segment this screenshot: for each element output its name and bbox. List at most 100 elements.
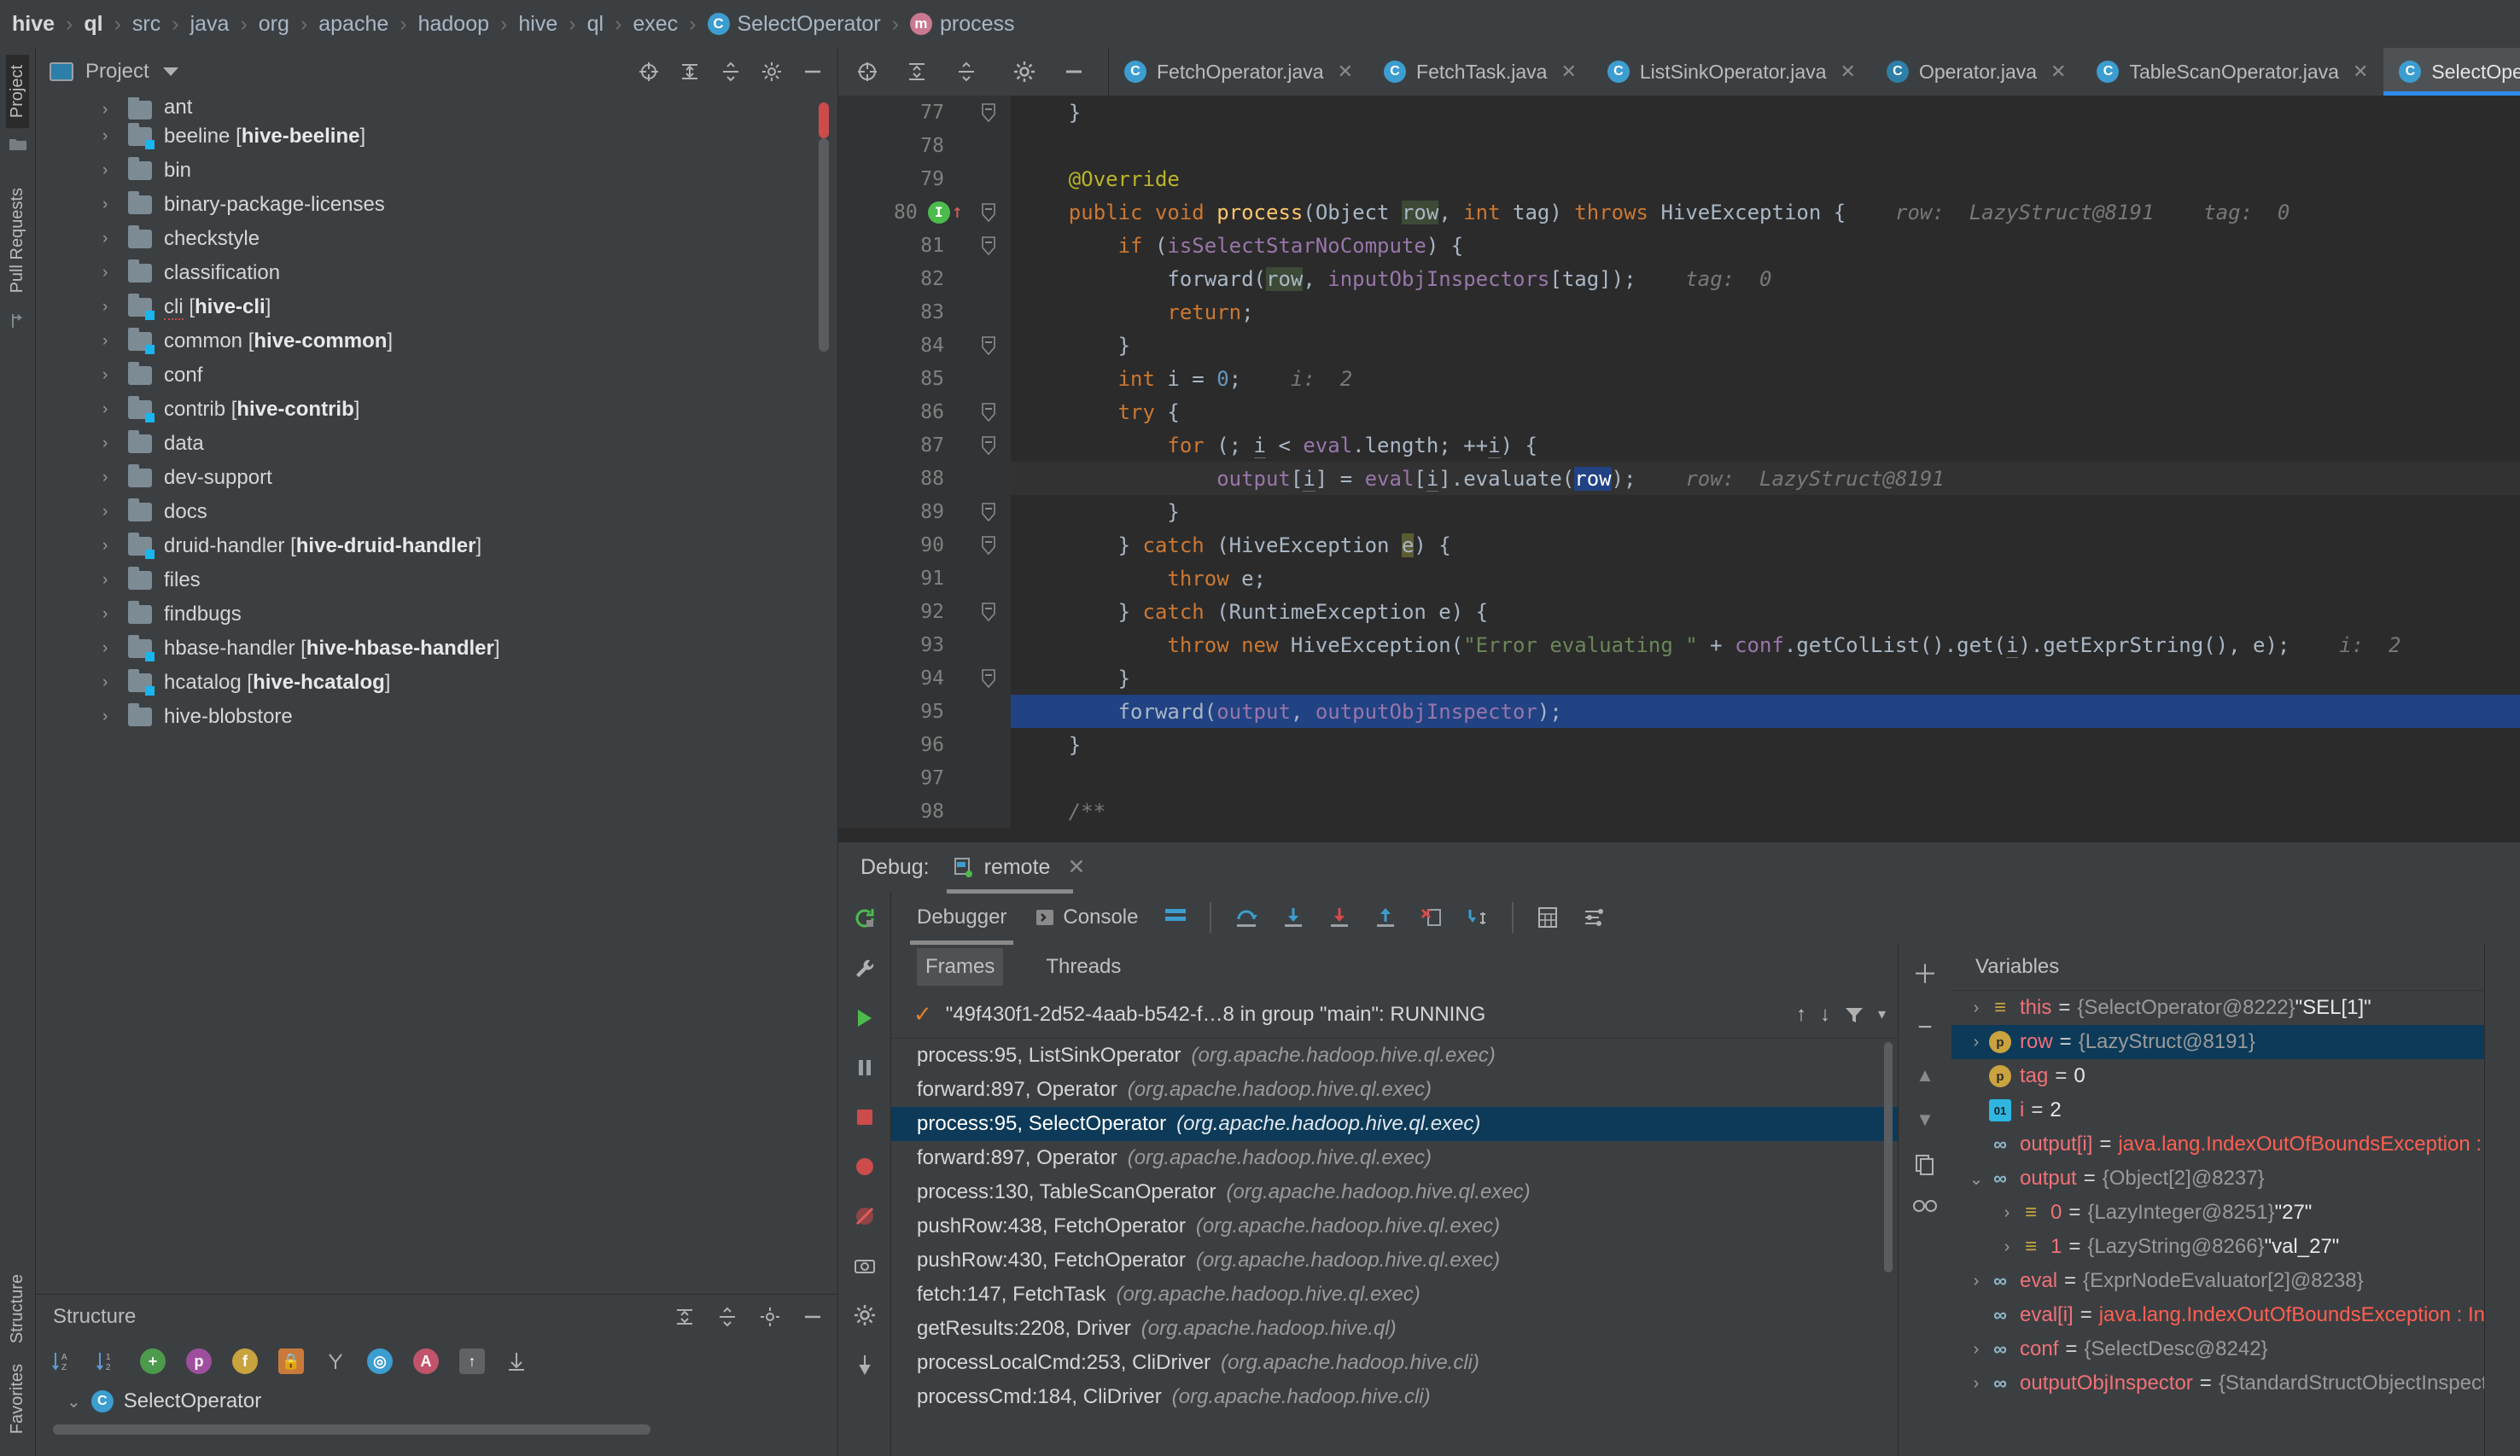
chevron-down-icon[interactable]: ⌄	[67, 1391, 81, 1412]
variables-list[interactable]: › ≡ this = {SelectOperator@8222} "SEL[1]" › p r…	[1951, 991, 2484, 1456]
hide-panel-icon[interactable]	[1062, 60, 1086, 84]
breadcrumb-item-apache[interactable]: apache	[318, 12, 388, 37]
expand-icon[interactable]: ↑	[459, 1348, 485, 1374]
step-into-icon[interactable]	[1281, 906, 1305, 929]
code-line-80[interactable]: 80 I ↑ public void process(Object row, int…	[838, 195, 2520, 229]
variable-row[interactable]: › ∞ conf = {SelectDesc@8242}	[1951, 1332, 2484, 1366]
chevron-down-icon[interactable]: ⌄	[1963, 1168, 1989, 1190]
frame-row[interactable]: process:130, TableScanOperator (org.apach…	[891, 1175, 1898, 1209]
tree-item-dev-support[interactable]: › dev-support	[36, 461, 837, 495]
fold-marker-icon[interactable]	[966, 96, 1011, 129]
tree-item-checkstyle[interactable]: › checkstyle	[36, 222, 837, 256]
chevron-right-icon[interactable]: ›	[102, 503, 121, 521]
frame-row[interactable]: fetch:147, FetchTask (org.apache.hadoop.h…	[891, 1278, 1898, 1312]
code-line-95[interactable]: 95 forward(output, outputObjInspector);	[838, 695, 2520, 728]
settings-gear-icon[interactable]	[853, 1303, 877, 1327]
tree-item-data[interactable]: › data	[36, 427, 837, 461]
inherited-icon[interactable]	[324, 1350, 347, 1372]
breadcrumb-item-hadoop[interactable]: hadoop	[418, 12, 489, 37]
chevron-right-icon[interactable]: ›	[102, 332, 121, 351]
close-icon[interactable]: ✕	[1560, 61, 1576, 83]
filter-icon[interactable]	[1844, 1005, 1864, 1025]
code-line-94[interactable]: 94 }	[838, 661, 2520, 695]
sidebar-item-project[interactable]: Project	[6, 55, 29, 129]
frame-row[interactable]: getResults:2208, Driver (org.apache.hadoo…	[891, 1312, 1898, 1346]
breadcrumb-item-selectoperator[interactable]: C SelectOperator	[707, 12, 881, 37]
pause-icon[interactable]	[853, 1056, 877, 1080]
code-line-85[interactable]: 85 int i = 0; i: 2	[838, 362, 2520, 395]
chevron-right-icon[interactable]: ›	[1963, 1272, 1989, 1291]
view-breakpoints-icon[interactable]	[853, 1155, 877, 1179]
breadcrumb-item-ql[interactable]: ql	[587, 12, 604, 37]
frame-row[interactable]: forward:897, Operator (org.apache.hadoop.…	[891, 1141, 1898, 1175]
chevron-right-icon[interactable]: ›	[102, 366, 121, 385]
sidebar-item-structure[interactable]: Structure	[6, 1264, 29, 1354]
collapse-all-icon[interactable]	[674, 1306, 696, 1328]
tab-debugger[interactable]: Debugger	[909, 899, 1014, 945]
variable-row[interactable]: › ∞ eval = {ExprNodeEvaluator[2]@8238}	[1951, 1264, 2484, 1298]
drop-frame-icon[interactable]	[1420, 906, 1444, 929]
hide-panel-icon[interactable]	[802, 61, 824, 83]
tree-item-hcatalog[interactable]: › hcatalog [hive-hcatalog]	[36, 666, 837, 700]
editor-tab-TableScanOperator[interactable]: C TableScanOperator.java ✕	[2081, 48, 2383, 96]
variable-row[interactable]: 01 i = 2	[1951, 1093, 2484, 1127]
chevron-right-icon[interactable]: ›	[102, 469, 121, 487]
frame-row[interactable]: processCmd:184, CliDriver (org.apache.had…	[891, 1380, 1898, 1414]
frame-row[interactable]: pushRow:438, FetchOperator (org.apache.ha…	[891, 1209, 1898, 1243]
fold-marker-icon[interactable]	[966, 395, 1011, 428]
close-icon[interactable]: ✕	[2353, 61, 2368, 83]
hide-panel-icon[interactable]	[802, 1306, 824, 1328]
variable-row[interactable]: ∞ output[i] = java.lang.IndexOutOfBoundsExc…	[1951, 1127, 2484, 1162]
remove-icon[interactable]: −	[1917, 1013, 1933, 1042]
editor-tab-Operator[interactable]: C Operator.java ✕	[1871, 48, 2082, 96]
frame-row[interactable]: pushRow:430, FetchOperator (org.apache.ha…	[891, 1243, 1898, 1278]
fold-marker-icon[interactable]	[966, 495, 1011, 528]
code-line-91[interactable]: 91 throw e;	[838, 562, 2520, 595]
step-out-icon[interactable]	[1374, 906, 1397, 929]
chevron-right-icon[interactable]: ›	[102, 434, 121, 453]
code-line-83[interactable]: 83 return;	[838, 295, 2520, 329]
chevron-right-icon[interactable]: ›	[102, 264, 121, 282]
code-line-92[interactable]: 92 } catch (RuntimeException e) {	[838, 595, 2520, 628]
property-icon[interactable]: p	[186, 1348, 212, 1374]
non-public-icon[interactable]: A	[413, 1348, 439, 1374]
tab-console[interactable]: Console	[1032, 899, 1141, 936]
close-icon[interactable]: ✕	[1338, 61, 1353, 83]
frame-row[interactable]: process:95, SelectOperator (org.apache.ha…	[891, 1107, 1898, 1141]
gear-icon[interactable]	[759, 1306, 781, 1328]
fold-marker-icon[interactable]	[966, 528, 1011, 562]
breadcrumb-item-org[interactable]: org	[259, 12, 289, 37]
frame-row[interactable]: processLocalCmd:253, CliDriver (org.apach…	[891, 1346, 1898, 1380]
sort-alpha-icon[interactable]: AZ	[51, 1349, 75, 1373]
variable-row[interactable]: › p row = {LazyStruct@8191}	[1951, 1025, 2484, 1059]
gear-icon[interactable]	[1012, 60, 1036, 84]
code-line-81[interactable]: 81 if (isSelectStarNoCompute) {	[838, 229, 2520, 262]
rerun-icon[interactable]	[852, 906, 878, 931]
sidebar-item-pull-requests[interactable]: Pull Requests	[6, 178, 29, 303]
breadcrumb-item-ql[interactable]: ql	[84, 12, 102, 37]
tree-item-druid-handler[interactable]: › druid-handler [hive-druid-handler]	[36, 529, 837, 563]
frame-row[interactable]: forward:897, Operator (org.apache.hadoop.…	[891, 1073, 1898, 1107]
tree-item-beeline[interactable]: › beeline [hive-beeline]	[36, 119, 837, 154]
chevron-right-icon[interactable]: ›	[1994, 1203, 2020, 1223]
fold-marker-icon[interactable]	[966, 229, 1011, 262]
chevron-right-icon[interactable]: ›	[102, 400, 121, 419]
tree-item-classification[interactable]: › classification	[36, 256, 837, 290]
fold-marker-icon[interactable]	[966, 661, 1011, 695]
chevron-right-icon[interactable]: ›	[102, 161, 121, 180]
field-icon[interactable]: f	[232, 1348, 258, 1374]
sidebar-item-favorites[interactable]: Favorites	[6, 1354, 29, 1444]
code-line-97[interactable]: 97	[838, 761, 2520, 795]
code-line-77[interactable]: 77 }	[838, 96, 2520, 129]
tree-item-bin[interactable]: › bin	[36, 154, 837, 188]
code-line-86[interactable]: 86 try {	[838, 395, 2520, 428]
add-icon[interactable]: ＋	[1912, 953, 1938, 991]
project-tree[interactable]: › ant › beeline [hive-beeline] › bin › binary-p…	[36, 96, 837, 1294]
variable-row[interactable]: ⌄ ∞ output = {Object[2]@8237}	[1951, 1162, 2484, 1196]
chevron-right-icon[interactable]: ›	[1963, 1340, 1989, 1360]
expand-all-icon[interactable]	[954, 60, 978, 84]
collapse-icon[interactable]	[505, 1350, 528, 1372]
chevron-right-icon[interactable]: ›	[102, 101, 121, 119]
move-up-icon[interactable]: ▲	[1916, 1064, 1934, 1086]
code-line-84[interactable]: 84 }	[838, 329, 2520, 362]
